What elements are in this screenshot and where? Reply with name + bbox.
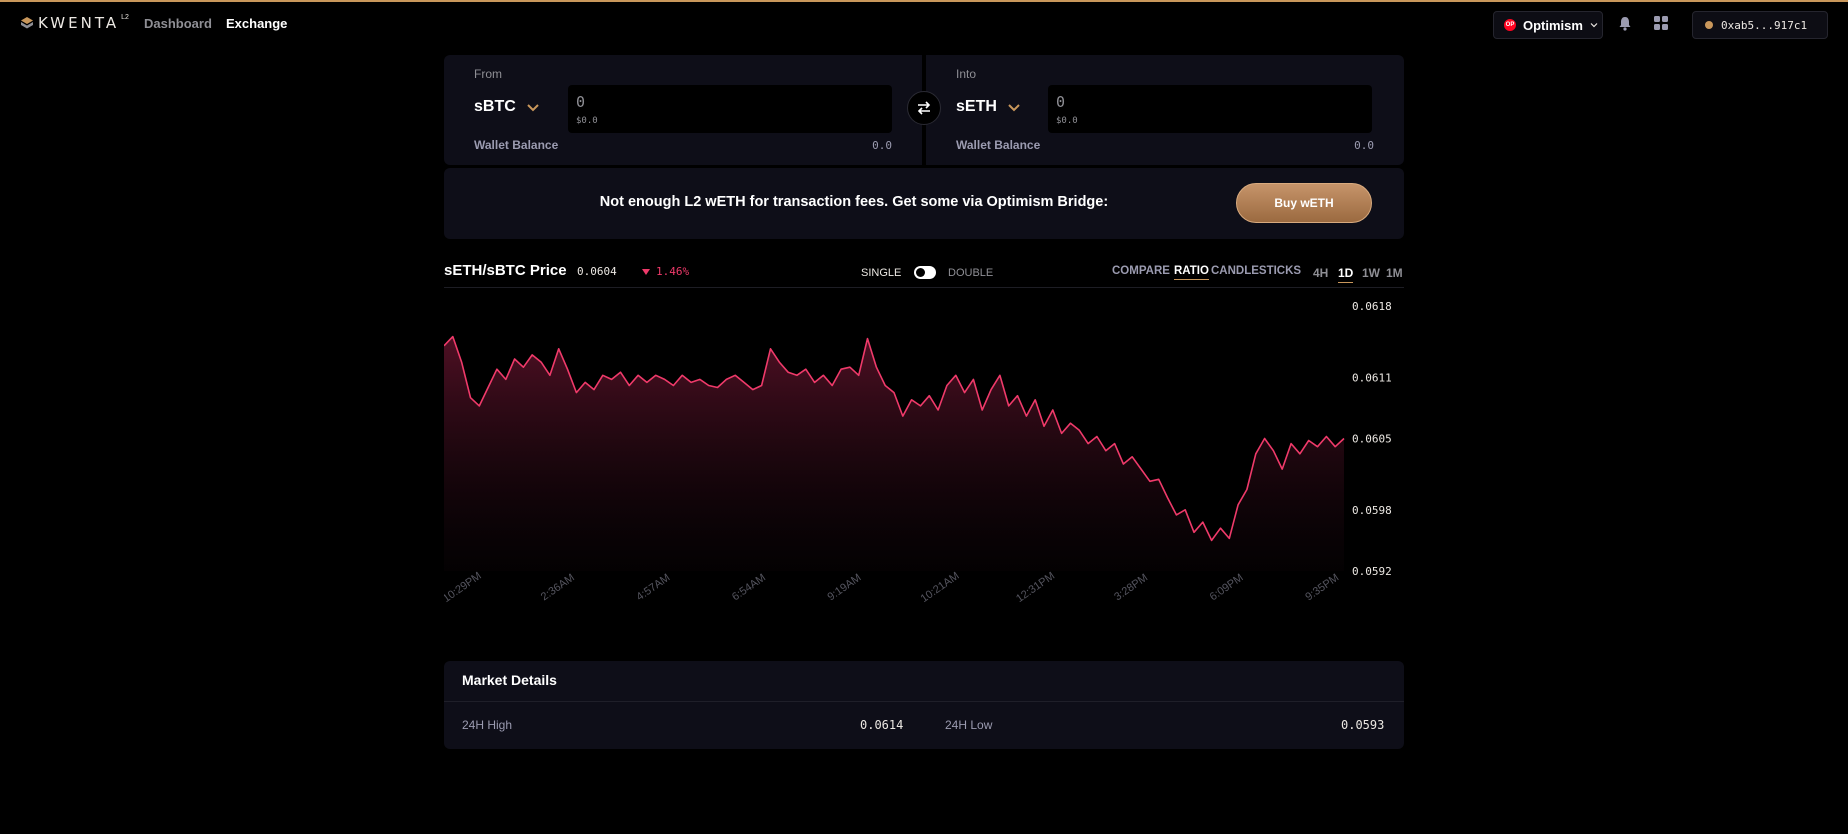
logo-superscript: L2 [121, 13, 129, 21]
x-tick-label: 6:54AM [730, 572, 768, 604]
top-nav: KWENTA L2 Dashboard Exchange OP Optimism… [0, 2, 1848, 46]
network-selector[interactable]: OP Optimism [1493, 11, 1603, 39]
fee-warning-banner: Not enough L2 wETH for transaction fees.… [444, 168, 1404, 239]
y-tick-label: 0.0605 [1352, 433, 1392, 446]
network-label: Optimism [1523, 17, 1583, 33]
mode-single[interactable]: SINGLE [861, 267, 901, 279]
mode-double[interactable]: DOUBLE [948, 267, 993, 279]
into-amount-placeholder: 0 [1056, 93, 1066, 111]
wallet-address: 0xab5...917c1 [1721, 18, 1808, 32]
x-tick-label: 12:31PM [1014, 570, 1057, 605]
into-currency: sETH [956, 98, 997, 115]
kwenta-logo[interactable]: KWENTA L2 [20, 14, 131, 32]
into-currency-selector[interactable]: sETH [956, 98, 1021, 116]
into-label: Into [956, 67, 977, 81]
x-tick-label: 2:36AM [539, 572, 577, 604]
into-balance-label: Wallet Balance [956, 138, 1041, 152]
bell-icon[interactable] [1618, 16, 1632, 31]
kwenta-logo-icon [21, 17, 33, 29]
wallet-status-dot [1705, 21, 1713, 29]
x-tick-label: 9:19AM [826, 572, 864, 604]
logo-text: KWENTA [38, 14, 120, 32]
timeframe-1w[interactable]: 1W [1362, 266, 1380, 280]
pair-change-value: 1.46% [656, 265, 690, 278]
24h-high-value: 0.0614 [860, 718, 904, 732]
timeframe-1m[interactable]: 1M [1386, 266, 1403, 280]
from-currency-selector[interactable]: sBTC [474, 98, 540, 116]
y-tick-label: 0.0598 [1352, 504, 1392, 517]
into-balance-value: 0.0 [1354, 139, 1374, 152]
from-usd-value: $0.0 [576, 116, 598, 126]
from-label: From [474, 67, 502, 81]
buy-weth-button[interactable]: Buy wETH [1236, 183, 1372, 223]
chevron-down-icon [1590, 23, 1598, 28]
market-details-title: Market Details [462, 672, 557, 688]
optimism-icon: OP [1504, 19, 1516, 31]
x-tick-label: 10:29PM [444, 570, 484, 605]
x-tick-label: 6:09PM [1208, 572, 1246, 604]
chevron-down-icon [1008, 103, 1020, 111]
pair-change: 1.46% [642, 265, 689, 278]
pair-title: sETH/sBTC Price [444, 262, 567, 279]
y-tick-label: 0.0611 [1352, 371, 1392, 384]
from-balance-value: 0.0 [872, 139, 892, 152]
x-tick-label: 9:35PM [1303, 572, 1341, 604]
swap-into-panel: Into sETH 0 $0.0 Wallet Balance 0.0 [926, 55, 1404, 165]
into-amount-input[interactable]: 0 $0.0 [1048, 85, 1372, 133]
24h-low-label: 24H Low [945, 718, 993, 732]
nav-exchange[interactable]: Exchange [226, 16, 287, 31]
tab-candlesticks[interactable]: CANDLESTICKS [1211, 265, 1301, 277]
wallet-button[interactable]: 0xab5...917c1 [1692, 11, 1828, 39]
from-amount-placeholder: 0 [576, 93, 586, 111]
24h-low-value: 0.0593 [1341, 718, 1385, 732]
market-details-panel: Market Details 24H High 0.0614 24H Low 0… [444, 661, 1404, 749]
market-details-divider [444, 701, 1404, 702]
price-chart[interactable]: 0.0618 0.0611 0.0605 0.0598 0.0592 10:29PM 2:… [444, 288, 1404, 610]
swap-from-panel: From sBTC 0 $0.0 Wallet Balance 0.0 [444, 55, 922, 165]
tab-compare[interactable]: COMPARE [1112, 265, 1170, 277]
y-tick-label: 0.0618 [1352, 300, 1392, 313]
from-amount-input[interactable]: 0 $0.0 [568, 85, 892, 133]
from-currency: sBTC [474, 98, 516, 115]
apps-grid-icon[interactable] [1654, 16, 1668, 30]
pair-price: 0.0604 [577, 265, 617, 278]
fee-warning-message: Not enough L2 wETH for transaction fees.… [599, 194, 1109, 210]
single-double-toggle[interactable] [914, 266, 936, 279]
24h-high-label: 24H High [462, 718, 513, 732]
y-tick-label: 0.0592 [1352, 565, 1392, 578]
swap-arrows-icon [917, 101, 931, 115]
into-usd-value: $0.0 [1056, 116, 1078, 126]
down-triangle-icon [642, 268, 650, 275]
x-tick-label: 10:21AM [919, 570, 962, 605]
timeframe-4h[interactable]: 4H [1313, 266, 1328, 280]
swap-direction-button[interactable] [907, 91, 941, 125]
x-tick-label: 3:28PM [1112, 572, 1150, 604]
timeframe-1d[interactable]: 1D [1338, 266, 1354, 283]
x-tick-label: 4:57AM [634, 572, 672, 604]
nav-dashboard[interactable]: Dashboard [144, 16, 212, 31]
toggle-knob [916, 268, 925, 277]
tab-ratio[interactable]: RATIO [1174, 265, 1209, 280]
from-balance-label: Wallet Balance [474, 138, 559, 152]
chevron-down-icon [527, 103, 539, 111]
